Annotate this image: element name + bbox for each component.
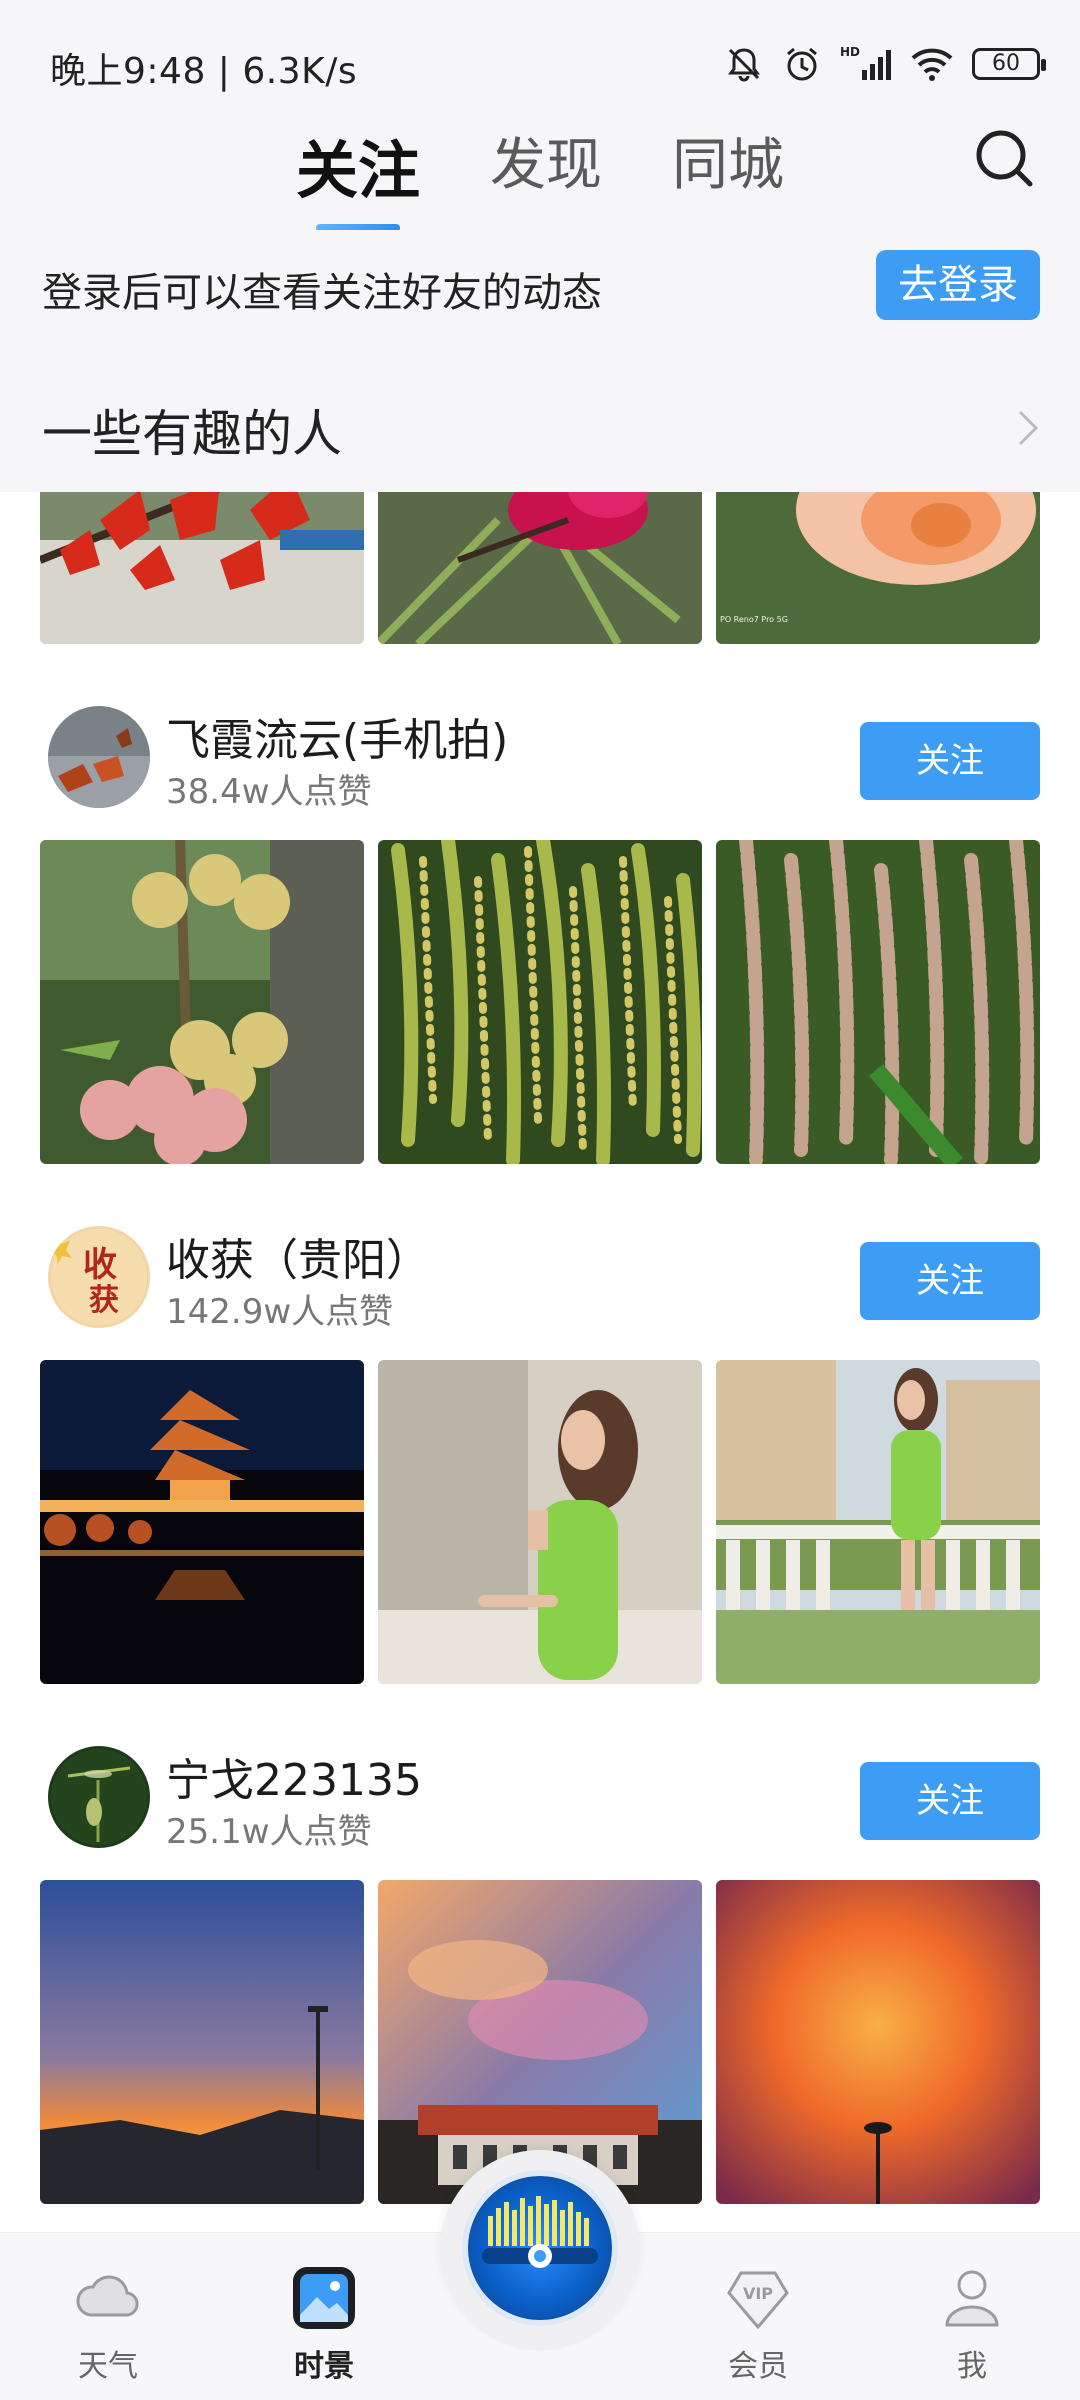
search-icon[interactable] (970, 124, 1040, 194)
nav-label: 我 (957, 2349, 987, 2384)
photo-thumbnail[interactable] (40, 840, 364, 1164)
cloud-icon (76, 2275, 139, 2317)
photo-row (40, 840, 1040, 1164)
nav-weather[interactable]: 天气 (38, 2263, 178, 2385)
login-prompt: 登录后可以查看关注好友的动态 (42, 270, 602, 316)
interesting-people-header[interactable]: 一些有趣的人 (0, 350, 1080, 492)
picture-icon (293, 2267, 355, 2329)
wifi-icon (911, 48, 953, 81)
status-bar: 晚上9:48 | 6.3K/s HD 60 (0, 0, 1080, 110)
login-banner: 登录后可以查看关注好友的动态 去登录 (0, 230, 1080, 350)
people-feed[interactable]: PO Reno7 Pro 5G 飞霞流云(手机拍) 38.4w人点赞 关注 收获… (0, 492, 1080, 2232)
top-tab-bar: 关注 发现 同城 (0, 110, 1080, 232)
photo-thumbnail[interactable] (40, 1880, 364, 2204)
status-time-speed: 晚上9:48 | 6.3K/s (50, 51, 358, 92)
photo-thumbnail[interactable]: PO Reno7 Pro 5G (716, 492, 1040, 644)
nav-label: 会员 (728, 2349, 788, 2384)
chevron-right-icon (1018, 410, 1039, 446)
nav-vip[interactable]: VIP 会员 (688, 2263, 828, 2385)
nav-me[interactable]: 我 (902, 2263, 1042, 2385)
user-name: 宁戈223135 (166, 1755, 422, 1806)
alarm-icon (787, 47, 817, 81)
nav-moments[interactable]: 时景 (254, 2263, 394, 2385)
tab-discover[interactable]: 发现 (486, 120, 606, 210)
nav-label: 时景 (294, 2349, 354, 2384)
follow-button[interactable]: 关注 (860, 722, 1040, 800)
follow-button[interactable]: 关注 (860, 1762, 1040, 1840)
photo-thumbnail[interactable] (40, 492, 364, 644)
section-title: 一些有趣的人 (42, 405, 342, 463)
photo-thumbnail[interactable] (716, 1880, 1040, 2204)
user-likes: 38.4w人点赞 (166, 772, 372, 812)
svg-text:收: 收 (83, 1245, 117, 1285)
vip-icon: VIP (727, 2271, 789, 2330)
signal-icon: HD (840, 45, 891, 80)
nav-label: 天气 (78, 2349, 138, 2384)
status-icons: HD 60 (724, 40, 1046, 88)
login-button[interactable]: 去登录 (876, 250, 1040, 320)
mute-bell-icon (728, 48, 760, 82)
photo-thumbnail[interactable] (40, 1360, 364, 1684)
photo-thumbnail[interactable] (378, 840, 702, 1164)
svg-text:获: 获 (89, 1283, 119, 1318)
svg-text:VIP: VIP (743, 2284, 773, 2303)
avatar[interactable] (48, 706, 150, 808)
user-card[interactable]: 收获 收获（贵阳） 142.9w人点赞 关注 (40, 1224, 1040, 1334)
user-name: 收获（贵阳） (166, 1235, 430, 1286)
photo-thumbnail[interactable] (378, 492, 702, 644)
follow-button[interactable]: 关注 (860, 1242, 1040, 1320)
user-likes: 25.1w人点赞 (166, 1812, 372, 1852)
svg-text:HD: HD (840, 45, 860, 59)
user-card[interactable]: 飞霞流云(手机拍) 38.4w人点赞 关注 (40, 704, 1040, 814)
photo-thumbnail[interactable] (716, 840, 1040, 1164)
photo-row: PO Reno7 Pro 5G (40, 492, 1040, 644)
svg-text:PO Reno7 Pro 5G: PO Reno7 Pro 5G (720, 615, 788, 624)
battery-icon: 60 (972, 48, 1046, 80)
equalizer-icon (482, 2196, 598, 2268)
voice-weather-button[interactable] (462, 2170, 618, 2326)
photo-thumbnail[interactable] (716, 1360, 1040, 1684)
tab-follow[interactable]: 关注 (292, 120, 424, 232)
user-card[interactable]: 宁戈223135 25.1w人点赞 关注 (40, 1744, 1040, 1854)
photo-row (40, 1360, 1040, 1684)
avatar[interactable] (48, 1746, 150, 1848)
tab-local[interactable]: 同城 (668, 120, 788, 210)
user-name: 飞霞流云(手机拍) (166, 715, 509, 766)
photo-thumbnail[interactable] (378, 1360, 702, 1684)
avatar[interactable]: 收获 (48, 1226, 150, 1328)
user-likes: 142.9w人点赞 (166, 1292, 394, 1332)
person-icon (945, 2270, 999, 2327)
